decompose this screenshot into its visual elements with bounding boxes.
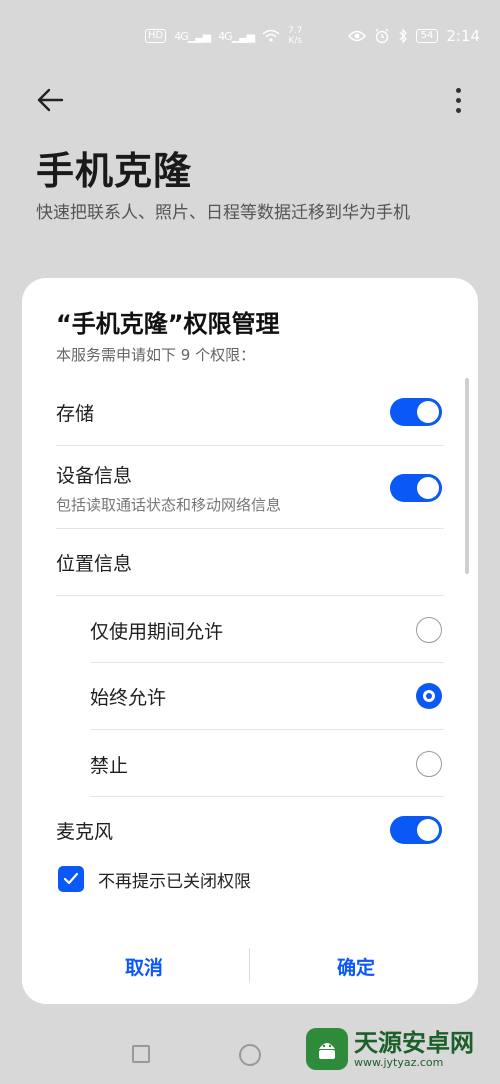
device-info-toggle[interactable]	[390, 474, 442, 502]
location-option-always[interactable]: 始终允许	[90, 674, 442, 718]
back-button[interactable]	[30, 82, 70, 118]
permission-microphone[interactable]: 麦克风	[56, 808, 442, 852]
permission-sublabel: 包括读取通话状态和移动网络信息	[56, 496, 282, 514]
page-subtitle: 快速把联系人、照片、日程等数据迁移到华为手机	[36, 203, 410, 223]
radio-while-using[interactable]	[416, 617, 442, 643]
permission-location: 位置信息	[56, 540, 442, 584]
option-label: 始终允许	[90, 686, 167, 709]
button-divider	[249, 948, 250, 982]
permission-dialog: “手机克隆”权限管理 本服务需申请如下 9 个权限： 存储 设备信息 包括读取通…	[22, 278, 478, 1004]
dont-remind-row[interactable]: 不再提示已关闭权限	[58, 866, 251, 892]
network-speed: 7.7 K/s	[288, 26, 303, 46]
page-title: 手机克隆	[36, 149, 193, 193]
divider	[56, 595, 444, 596]
dont-remind-checkbox[interactable]	[58, 866, 84, 892]
cancel-button[interactable]: 取消	[44, 942, 244, 990]
dont-remind-label: 不再提示已关闭权限	[98, 871, 251, 892]
wifi-icon	[262, 29, 280, 42]
android-icon	[319, 1043, 335, 1059]
divider	[90, 796, 444, 797]
signal-icon-2: 4G▁▃▅	[218, 29, 255, 43]
confirm-button[interactable]: 确定	[256, 942, 456, 990]
watermark: 天源安卓网 www.jytyaz.com	[306, 1028, 474, 1070]
more-dots-icon	[455, 87, 461, 93]
permission-label: 麦克风	[56, 820, 114, 843]
radio-deny[interactable]	[416, 751, 442, 777]
radio-always[interactable]	[416, 683, 442, 709]
alarm-icon	[375, 28, 389, 44]
permission-label: 设备信息	[56, 465, 133, 487]
recent-apps-button[interactable]	[132, 1045, 150, 1063]
dialog-description: 本服务需申请如下 9 个权限：	[56, 346, 256, 364]
more-options-button[interactable]	[440, 80, 476, 120]
status-left: HD 4G▁▃▅ 4G▁▃▅ 7.7 K/s	[145, 26, 302, 46]
permission-label: 存储	[56, 402, 95, 425]
scrollbar[interactable]	[465, 378, 469, 574]
device-info-text: 设备信息 包括读取通话状态和移动网络信息	[56, 461, 281, 515]
permission-device-info[interactable]: 设备信息 包括读取通话状态和移动网络信息	[56, 456, 442, 520]
status-right: 54 2:14	[347, 27, 480, 45]
watermark-text: 天源安卓网 www.jytyaz.com	[354, 1030, 474, 1069]
location-option-deny[interactable]: 禁止	[90, 742, 442, 786]
watermark-url: www.jytyaz.com	[354, 1055, 444, 1069]
permission-label: 位置信息	[56, 552, 133, 575]
home-button[interactable]	[239, 1044, 261, 1066]
watermark-name: 天源安卓网	[354, 1028, 474, 1057]
location-option-while-using[interactable]: 仅使用期间允许	[90, 608, 442, 652]
checkmark-icon	[63, 872, 79, 885]
divider	[90, 662, 444, 663]
status-bar: HD 4G▁▃▅ 4G▁▃▅ 7.7 K/s 54 2:14	[0, 0, 500, 72]
permission-storage[interactable]: 存储	[56, 390, 442, 434]
divider	[56, 445, 444, 446]
option-label: 仅使用期间允许	[90, 620, 224, 643]
microphone-toggle[interactable]	[390, 816, 442, 844]
divider	[56, 528, 444, 529]
battery-icon: 54	[415, 29, 439, 43]
watermark-logo-icon	[306, 1028, 348, 1070]
clock: 2:14	[446, 27, 480, 45]
signal-icon-1: 4G▁▃▅	[174, 29, 211, 43]
divider	[90, 729, 444, 730]
hd-badge: HD	[145, 29, 167, 43]
dialog-title: “手机克隆”权限管理	[56, 310, 280, 338]
bluetooth-icon	[399, 28, 407, 44]
option-label: 禁止	[90, 754, 129, 777]
storage-toggle[interactable]	[390, 398, 442, 426]
arrow-left-icon	[37, 88, 64, 112]
eye-icon	[347, 30, 366, 42]
